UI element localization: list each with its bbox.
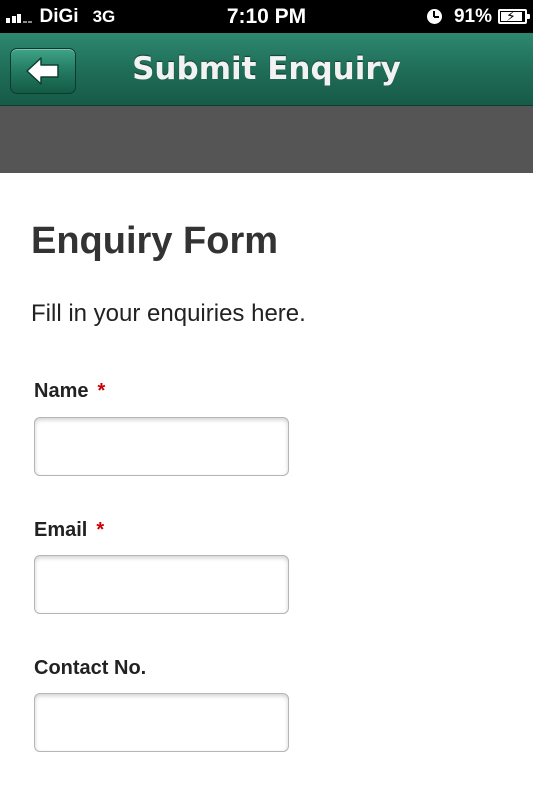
- name-label: Name *: [34, 380, 105, 403]
- form-title: Enquiry Form: [31, 220, 279, 262]
- charging-bolt-icon: ⚡: [506, 8, 516, 24]
- email-label: Email *: [34, 519, 104, 542]
- email-label-text: Email: [34, 519, 88, 541]
- contact-no-input[interactable]: [34, 693, 289, 752]
- battery-percent: 91%: [453, 5, 492, 27]
- navigation-bar: Submit Enquiry: [0, 33, 533, 106]
- contact-no-label: Contact No.: [34, 657, 146, 680]
- status-bar: DiGi 3G 7:10 PM 91% ⚡: [0, 0, 533, 33]
- header-band: [0, 106, 533, 173]
- alarm-clock-icon: [426, 9, 442, 24]
- email-input[interactable]: [34, 555, 289, 614]
- status-right: 91% ⚡: [426, 0, 530, 33]
- form-content: Enquiry Form Fill in your enquiries here…: [0, 173, 533, 800]
- contact-no-label-text: Contact No.: [34, 657, 147, 679]
- name-input[interactable]: [34, 417, 289, 476]
- app-screen: DiGi 3G 7:10 PM 91% ⚡ Submit Enquiry Enq…: [0, 0, 533, 800]
- page-title: Submit Enquiry: [132, 51, 401, 87]
- required-marker: *: [97, 380, 106, 402]
- battery-icon: ⚡: [498, 8, 530, 24]
- required-marker: *: [96, 519, 105, 541]
- name-label-text: Name: [34, 380, 89, 402]
- form-intro: Fill in your enquiries here.: [31, 300, 306, 327]
